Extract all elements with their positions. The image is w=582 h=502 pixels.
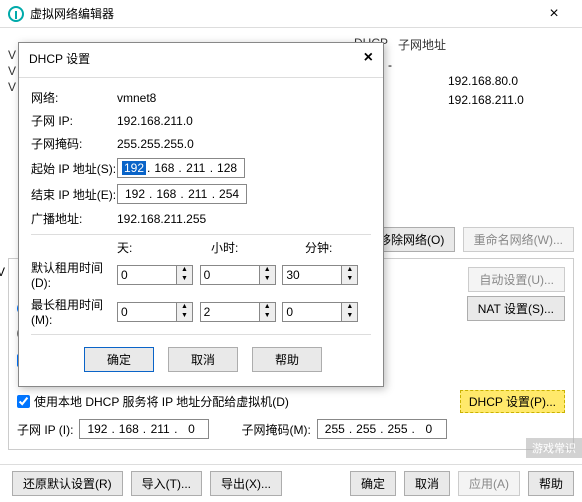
dialog-ok-button[interactable]: 确定 <box>84 347 154 372</box>
row-v-2: V <box>8 80 16 94</box>
apply-button: 应用(A) <box>458 471 520 496</box>
dhcp-settings-button[interactable]: DHCP 设置(P)... <box>460 390 565 413</box>
dlg-broadcast-value: 192.168.211.255 <box>117 212 206 226</box>
dlg-subnet-ip-value: 192.168.211.0 <box>117 114 193 128</box>
subnet-ip-label: 子网 IP (I): <box>17 421 73 438</box>
import-button[interactable]: 导入(T)... <box>131 471 202 496</box>
app-icon <box>8 6 24 22</box>
dlg-subnet-mask-value: 255.255.255.0 <box>117 137 194 151</box>
dlg-end-ip-label: 结束 IP 地址(E): <box>31 186 117 203</box>
dlg-start-ip-label: 起始 IP 地址(S): <box>31 160 117 177</box>
dhcp-settings-dialog: DHCP 设置 × 网络:vmnet8 子网 IP:192.168.211.0 … <box>18 42 384 387</box>
auto-settings-button: 自动设置(U)... <box>468 267 565 292</box>
help-button[interactable]: 帮助 <box>528 471 574 496</box>
use-local-dhcp-check[interactable] <box>17 395 30 408</box>
dialog-close-button[interactable]: × <box>364 49 373 67</box>
default-lease-days[interactable]: ▲▼ <box>117 265 193 285</box>
max-lease-hours[interactable]: ▲▼ <box>200 302 276 322</box>
window-title: 虚拟网络编辑器 <box>30 5 114 22</box>
subnet-mask-label: 子网掩码(M): <box>241 421 310 438</box>
dialog-cancel-button[interactable]: 取消 <box>168 347 238 372</box>
default-lease-hours[interactable]: ▲▼ <box>200 265 276 285</box>
ok-button[interactable]: 确定 <box>350 471 396 496</box>
dlg-default-lease-label: 默认租用时间(D): <box>31 259 117 290</box>
restore-defaults-button[interactable]: 还原默认设置(R) <box>12 471 123 496</box>
group-v-label: V <box>0 265 5 279</box>
dlg-subnet-mask-label: 子网掩码: <box>31 135 117 152</box>
row-v-0: V <box>8 48 16 62</box>
dlg-end-ip-input[interactable]: . . . <box>117 184 247 204</box>
dlg-subnet-ip-label: 子网 IP: <box>31 112 117 129</box>
dlg-network-label: 网络: <box>31 89 117 106</box>
dlg-broadcast-label: 广播地址: <box>31 210 117 227</box>
col-subnet: 子网地址 <box>398 36 458 53</box>
max-lease-minutes[interactable]: ▲▼ <box>282 302 358 322</box>
dialog-help-button[interactable]: 帮助 <box>252 347 322 372</box>
watermark: 游戏常识 <box>526 438 582 458</box>
rename-network-button: 重命名网络(W)... <box>463 227 574 252</box>
default-lease-minutes[interactable]: ▲▼ <box>282 265 358 285</box>
use-local-dhcp-label: 使用本地 DHCP 服务将 IP 地址分配给虚拟机(D) <box>34 393 289 410</box>
dlg-start-ip-input[interactable]: 192. . . <box>117 158 245 178</box>
cancel-button[interactable]: 取消 <box>404 471 450 496</box>
subnet-ip-input[interactable]: . . . <box>79 419 209 439</box>
row-v-1: V <box>8 64 16 78</box>
col-minutes: 分钟: <box>305 239 371 256</box>
max-lease-days[interactable]: ▲▼ <box>117 302 193 322</box>
col-days: 天: <box>117 239 183 256</box>
dlg-max-lease-label: 最长租用时间(M): <box>31 296 117 327</box>
dialog-title: DHCP 设置 <box>29 50 90 67</box>
dlg-network-value: vmnet8 <box>117 91 156 105</box>
nat-settings-button[interactable]: NAT 设置(S)... <box>467 296 565 321</box>
col-hours: 小时: <box>211 239 277 256</box>
subnet-mask-input[interactable]: . . . <box>317 419 447 439</box>
export-button[interactable]: 导出(X)... <box>210 471 282 496</box>
close-window-button[interactable]: × <box>534 0 574 28</box>
